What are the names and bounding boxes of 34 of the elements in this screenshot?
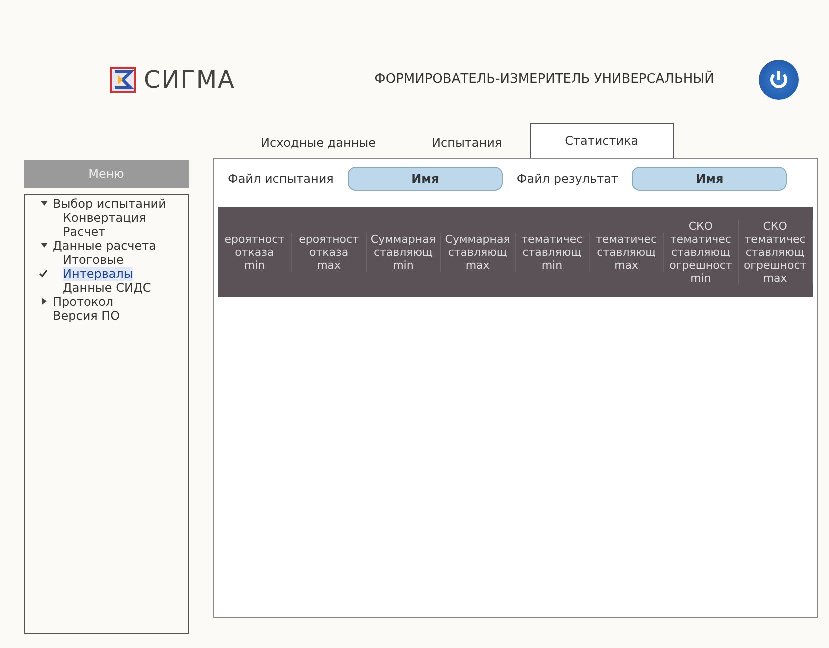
- menu-item[interactable]: Расчет: [63, 225, 106, 239]
- power-button[interactable]: [759, 60, 799, 100]
- column-header: тематичес ставляющ min: [516, 232, 590, 272]
- menu-item[interactable]: Конвертация: [63, 211, 146, 225]
- menu-item[interactable]: Протокол: [53, 295, 114, 309]
- field-label: Файл испытания: [228, 171, 334, 188]
- menu-item[interactable]: Выбор испытаний: [53, 197, 166, 211]
- file-field[interactable]: Имя: [632, 167, 788, 191]
- tab[interactable]: Испытания: [404, 128, 530, 158]
- column-header: ероятност отказа max: [292, 232, 367, 272]
- field-label: Файл результат: [516, 171, 618, 188]
- collapsed-icon[interactable]: [41, 298, 48, 306]
- menu-item[interactable]: Интервалы: [63, 267, 134, 281]
- menu-item[interactable]: Версия ПО: [53, 309, 120, 323]
- logo-icon: [110, 67, 136, 93]
- tab[interactable]: Исходные данные: [233, 128, 404, 158]
- logo-text: СИГМА: [144, 65, 236, 96]
- app-title: ФОРМИРОВАТЕЛЬ-ИЗМЕРИТЕЛЬ УНИВЕРСАЛЬНЫЙ: [374, 72, 714, 88]
- file-field[interactable]: Имя: [348, 167, 503, 191]
- menu-item[interactable]: Итоговые: [63, 253, 124, 267]
- expanded-icon[interactable]: [41, 200, 48, 208]
- menu-item[interactable]: Данные расчета: [53, 239, 156, 253]
- column-header: СКО тематичес ставляющ огрешност min: [664, 220, 739, 284]
- expanded-icon[interactable]: [41, 242, 48, 250]
- tab[interactable]: Статистика: [530, 123, 674, 158]
- column-header: ероятност отказа min: [218, 232, 292, 272]
- power-icon: [768, 69, 790, 91]
- column-header: СКО тематичес ставляющ огрешност max: [738, 220, 813, 284]
- check-icon: [39, 269, 48, 278]
- menu-header: Меню: [24, 160, 189, 188]
- column-header: тематичес ставляющ max: [590, 232, 664, 272]
- column-header: Суммарная ставляющ min: [366, 232, 442, 272]
- menu-item[interactable]: Данные СИДС: [63, 281, 152, 295]
- column-header: Суммарная ставляющ max: [441, 232, 516, 272]
